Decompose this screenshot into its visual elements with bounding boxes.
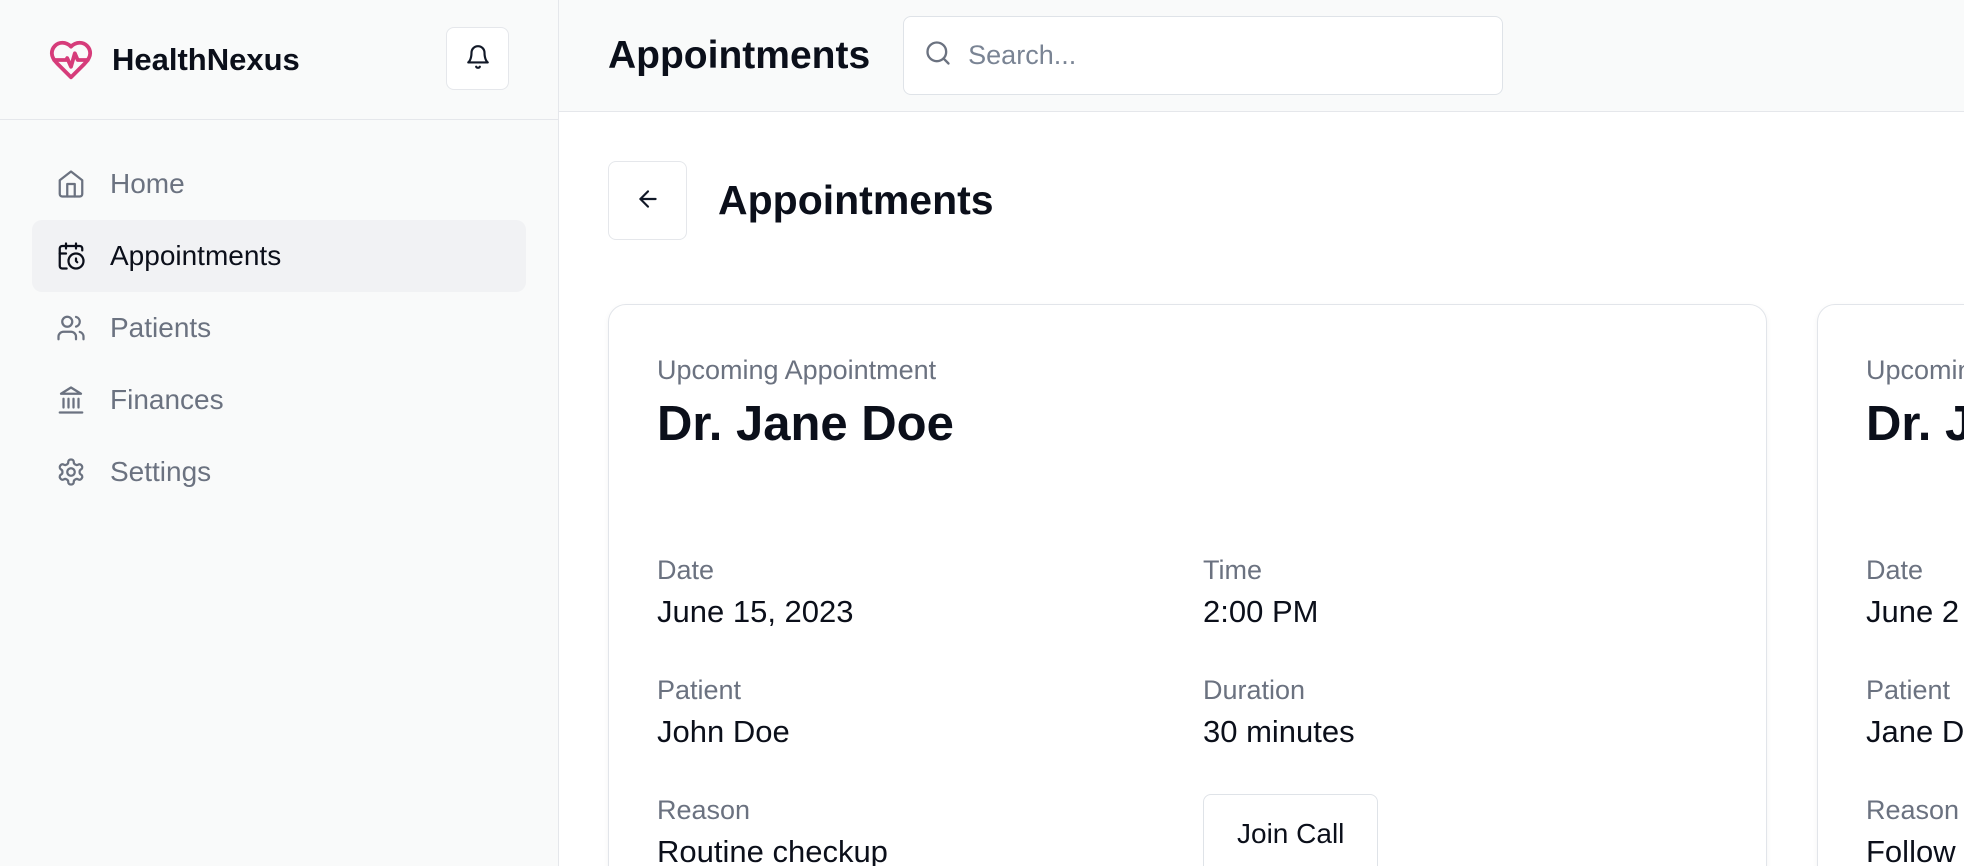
- doctor-name: Dr. J: [1866, 397, 1964, 451]
- date-label: Date: [1866, 555, 1924, 585]
- time-field: Time 2:00 PM: [1203, 555, 1318, 630]
- page-title: Appointments: [718, 177, 994, 223]
- brand-bar: HealthNexus: [0, 0, 558, 120]
- sidebar-item-appointments[interactable]: Appointments: [32, 220, 526, 292]
- appointment-status: Upcoming Appointment: [1866, 355, 1964, 385]
- users-icon: [56, 313, 86, 343]
- appointment-card: Upcoming Appointment Dr. Jane Doe Date J…: [608, 304, 1767, 866]
- main-content: Appointments Appointments: [559, 0, 1964, 866]
- appointment-card: Upcoming Appointment Dr. J Date June 2 P…: [1817, 304, 1964, 866]
- patient-field: Patient John Doe: [657, 675, 790, 750]
- header-title: Appointments: [608, 33, 871, 77]
- bell-icon: [465, 44, 491, 73]
- patient-label: Patient: [657, 675, 742, 705]
- appointment-card-body: Upcoming Appointment Dr. J: [1866, 355, 1964, 452]
- reason-field: Reason Routine checkup: [657, 795, 888, 866]
- sidebar-item-label: Home: [110, 168, 185, 199]
- page-header: Appointments: [608, 161, 994, 240]
- date-value: June 2: [1866, 594, 1960, 629]
- search-input[interactable]: [968, 40, 1489, 71]
- reason-value: Routine checkup: [657, 834, 888, 866]
- sidebar-item-label: Settings: [110, 456, 212, 487]
- reason-field: Reason Follow: [1866, 795, 1959, 866]
- arrow-left-icon: [635, 186, 661, 215]
- gear-icon: [56, 457, 86, 487]
- notifications-button[interactable]: [446, 27, 509, 90]
- duration-label: Duration: [1203, 675, 1306, 705]
- reason-value: Follow: [1866, 834, 1956, 866]
- sidebar-nav: Home Appointments Patients Finances Sett…: [0, 120, 558, 508]
- duration-field: Duration 30 minutes: [1203, 675, 1355, 750]
- patient-value: John Doe: [657, 714, 790, 749]
- time-value: 2:00 PM: [1203, 594, 1319, 629]
- date-field: Date June 15, 2023: [657, 555, 854, 630]
- brand-name: HealthNexus: [112, 41, 300, 77]
- back-button[interactable]: [608, 161, 687, 240]
- sidebar-item-home[interactable]: Home: [32, 148, 526, 220]
- date-value: June 15, 2023: [657, 594, 854, 629]
- sidebar-item-patients[interactable]: Patients: [32, 292, 526, 364]
- reason-label: Reason: [657, 795, 751, 825]
- date-label: Date: [657, 555, 715, 585]
- home-icon: [56, 169, 86, 199]
- sidebar-item-settings[interactable]: Settings: [32, 436, 526, 508]
- sidebar-item-finances[interactable]: Finances: [32, 364, 526, 436]
- sidebar-item-label: Finances: [110, 384, 224, 415]
- date-field: Date June 2: [1866, 555, 1959, 630]
- search-icon: [924, 39, 952, 72]
- join-call-button[interactable]: Join Call: [1203, 794, 1379, 866]
- landmark-icon: [56, 385, 86, 415]
- appointment-card-body: Upcoming Appointment Dr. Jane Doe: [657, 355, 1766, 452]
- top-bar: Appointments: [559, 0, 1964, 112]
- time-label: Time: [1203, 555, 1262, 585]
- sidebar: HealthNexus Home Appointments Patients F…: [0, 0, 559, 866]
- reason-label: Reason: [1866, 795, 1960, 825]
- duration-value: 30 minutes: [1203, 714, 1355, 749]
- doctor-name: Dr. Jane Doe: [657, 397, 954, 451]
- app-window: HealthNexus Home Appointments Patients F…: [0, 0, 1964, 866]
- calendar-clock-icon: [56, 241, 86, 271]
- sidebar-item-label: Appointments: [110, 240, 282, 271]
- heart-pulse-icon: [48, 37, 94, 83]
- patient-value: Jane D: [1866, 714, 1964, 749]
- patient-field: Patient Jane D: [1866, 675, 1964, 750]
- appointment-status: Upcoming Appointment: [657, 355, 937, 385]
- patient-label: Patient: [1866, 675, 1951, 705]
- sidebar-item-label: Patients: [110, 312, 212, 343]
- search-box[interactable]: [903, 16, 1504, 95]
